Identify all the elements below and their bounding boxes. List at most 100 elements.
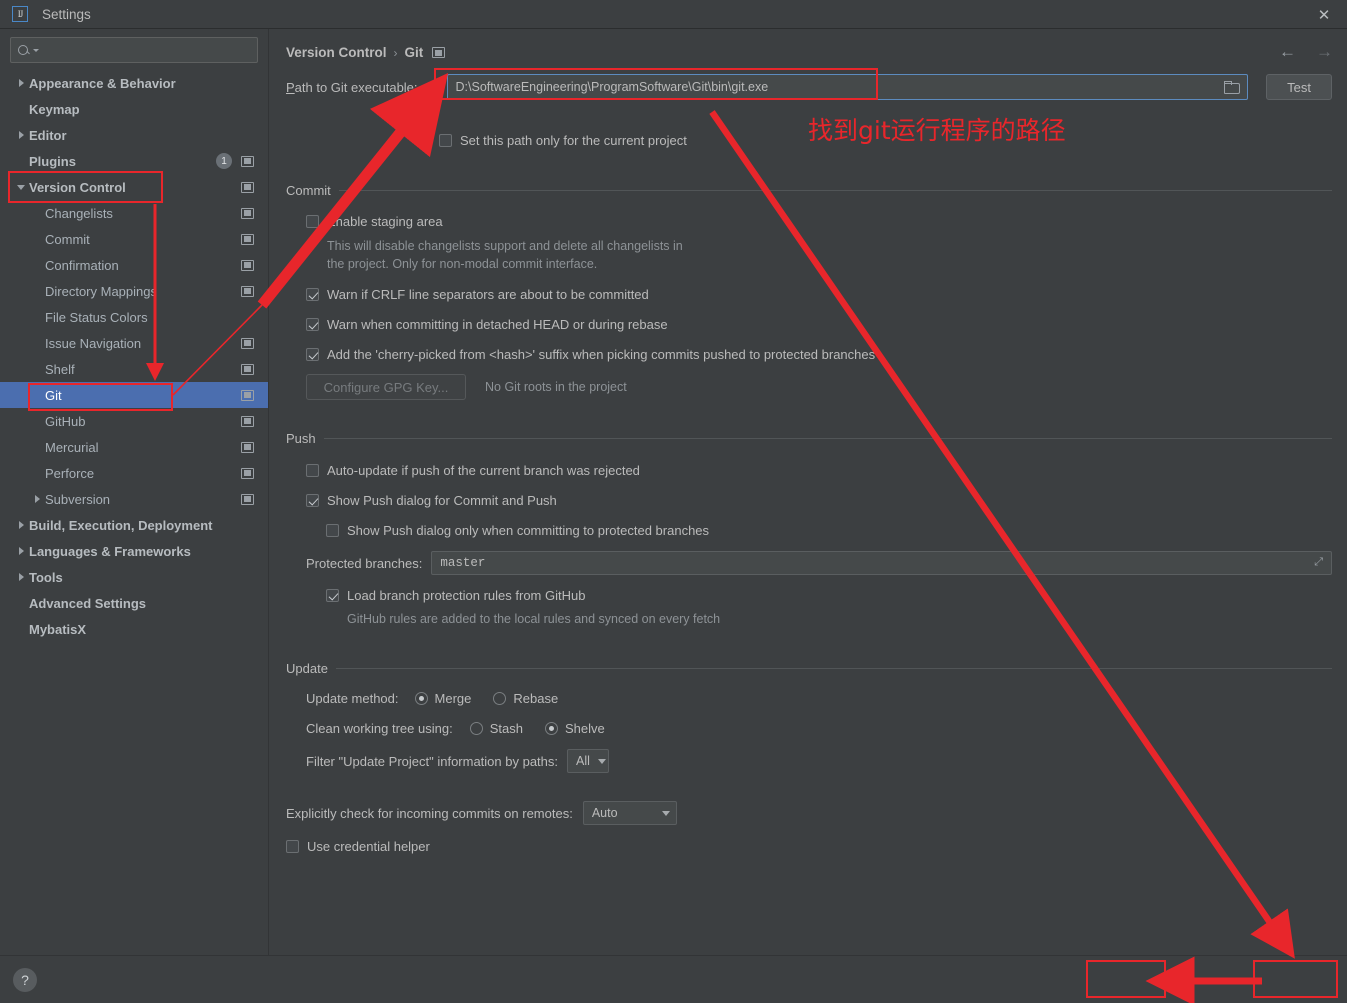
auto-update-row[interactable]: Auto-update if push of the current branc…	[306, 463, 640, 478]
project-scope-icon	[241, 467, 254, 479]
git-settings-panel: Version Control › Git ← → Path to Git ex…	[269, 29, 1347, 955]
sidebar-item-build-execution-deployment[interactable]: Build, Execution, Deployment	[0, 512, 268, 538]
load-rules-row[interactable]: Load branch protection rules from GitHub	[326, 588, 585, 603]
show-push-dialog-row[interactable]: Show Push dialog for Commit and Push	[306, 493, 557, 508]
sidebar-item-label: Directory Mappings	[45, 283, 157, 299]
title-bar: IJ Settings ✕	[0, 0, 1347, 29]
back-arrow-icon[interactable]: ←	[1279, 43, 1296, 60]
sidebar-item-git[interactable]: Git	[0, 382, 268, 408]
sidebar-item-github[interactable]: GitHub	[0, 408, 268, 434]
sidebar-item-label: GitHub	[45, 413, 86, 429]
warn-crlf-checkbox[interactable]	[306, 288, 319, 301]
update-method-rebase[interactable]: Rebase	[493, 691, 558, 706]
path-scope-checkbox-row[interactable]: Set this path only for the current proje…	[439, 133, 687, 148]
chevron-down-icon[interactable]	[13, 184, 29, 190]
radio-merge[interactable]	[414, 692, 428, 705]
help-button[interactable]: ?	[13, 968, 37, 992]
radio-shelve[interactable]	[544, 722, 558, 735]
sidebar-item-languages-frameworks[interactable]: Languages & Frameworks	[0, 538, 268, 564]
sidebar-item-mercurial[interactable]: Mercurial	[0, 434, 268, 460]
warn-crlf-row[interactable]: Warn if CRLF line separators are about t…	[306, 287, 649, 302]
settings-tree: Appearance & Behavior Keymap Editor Plugins…	[0, 70, 268, 642]
search-input[interactable]	[39, 43, 251, 57]
close-icon[interactable]: ✕	[1301, 0, 1347, 29]
clean-tree-stash[interactable]: Stash	[469, 721, 523, 736]
staging-hint-line2: the project. Only for non-modal commit i…	[327, 257, 598, 271]
sidebar-item-commit[interactable]: Commit	[0, 226, 268, 252]
show-push-protected-checkbox[interactable]	[326, 524, 339, 537]
path-scope-checkbox[interactable]	[439, 134, 452, 147]
warn-crlf-label: Warn if CRLF line separators are about t…	[327, 287, 649, 302]
search-box[interactable]	[10, 37, 258, 63]
dialog-footer: ? OK Cancel Apply	[0, 955, 1347, 1003]
warn-detached-checkbox[interactable]	[306, 318, 319, 331]
sidebar-item-subversion[interactable]: Subversion	[0, 486, 268, 512]
section-divider	[323, 438, 1332, 439]
git-executable-input[interactable]: D:\SoftwareEngineering\ProgramSoftware\G…	[446, 74, 1249, 100]
sidebar-item-appearance-behavior[interactable]: Appearance & Behavior	[0, 70, 268, 96]
load-rules-checkbox[interactable]	[326, 589, 339, 602]
sidebar-item-directory-mappings[interactable]: Directory Mappings	[0, 278, 268, 304]
cherry-picked-row[interactable]: Add the 'cherry-picked from <hash>' suff…	[306, 347, 875, 362]
warn-detached-row[interactable]: Warn when committing in detached HEAD or…	[306, 317, 668, 332]
incoming-commits-combo[interactable]: Auto	[582, 801, 677, 825]
project-scope-icon	[241, 493, 254, 505]
sidebar-item-label: Languages & Frameworks	[29, 543, 191, 559]
sidebar-item-editor[interactable]: Editor	[0, 122, 268, 148]
clean-tree-shelve[interactable]: Shelve	[544, 721, 605, 736]
credential-helper-checkbox[interactable]	[286, 840, 299, 853]
sidebar-item-keymap[interactable]: Keymap	[0, 96, 268, 122]
radio-stash[interactable]	[469, 722, 483, 735]
sidebar-item-plugins[interactable]: Plugins 1	[0, 148, 268, 174]
sidebar-item-confirmation[interactable]: Confirmation	[0, 252, 268, 278]
sidebar-item-advanced-settings[interactable]: Advanced Settings	[0, 590, 268, 616]
filter-paths-combo[interactable]: All	[567, 749, 610, 773]
show-push-protected-label: Show Push dialog only when committing to…	[347, 523, 710, 538]
cherry-picked-checkbox[interactable]	[306, 348, 319, 361]
staging-hint-line1: This will disable changelists support an…	[327, 239, 683, 253]
chevron-right-icon[interactable]	[13, 521, 29, 529]
credential-helper-row[interactable]: Use credential helper	[286, 839, 430, 854]
chevron-right-icon[interactable]	[13, 547, 29, 555]
chevron-right-icon[interactable]	[29, 495, 45, 503]
chevron-right-icon[interactable]	[13, 131, 29, 139]
show-push-dialog-checkbox[interactable]	[306, 494, 319, 507]
sidebar-item-shelf[interactable]: Shelf	[0, 356, 268, 382]
sidebar-item-changelists[interactable]: Changelists	[0, 200, 268, 226]
sidebar-item-perforce[interactable]: Perforce	[0, 460, 268, 486]
chevron-down-icon	[661, 810, 670, 816]
protected-branches-label: Protected branches:	[306, 555, 423, 571]
enable-staging-row[interactable]: Enable staging area	[306, 214, 443, 229]
sidebar-item-file-status-colors[interactable]: File Status Colors	[0, 304, 268, 330]
warn-detached-label: Warn when committing in detached HEAD or…	[327, 317, 668, 332]
sidebar-item-label: Git	[45, 387, 62, 403]
sidebar-item-issue-navigation[interactable]: Issue Navigation	[0, 330, 268, 356]
credential-helper-label: Use credential helper	[307, 839, 430, 854]
load-rules-hint: GitHub rules are added to the local rule…	[347, 612, 721, 626]
folder-icon[interactable]	[1224, 81, 1241, 94]
radio-rebase[interactable]	[493, 692, 507, 705]
sidebar-item-label: Commit	[45, 231, 90, 247]
sidebar-item-label: Build, Execution, Deployment	[29, 517, 213, 533]
test-button[interactable]: Test	[1266, 74, 1332, 100]
enable-staging-checkbox[interactable]	[306, 215, 319, 228]
git-executable-label: Path to Git executable:	[286, 79, 418, 95]
expand-icon[interactable]: ⤢	[1314, 557, 1323, 569]
project-scope-icon	[241, 207, 254, 219]
clean-tree-shelve-label: Shelve	[564, 721, 605, 736]
protected-branches-value: master	[440, 556, 486, 570]
sidebar-item-version-control[interactable]: Version Control	[0, 174, 268, 200]
sidebar-item-tools[interactable]: Tools	[0, 564, 268, 590]
auto-update-checkbox[interactable]	[306, 464, 319, 477]
annotation-note-text: 找到git运行程序的路径	[808, 116, 1066, 145]
forward-arrow-icon[interactable]: →	[1316, 43, 1333, 60]
breadcrumb-parent[interactable]: Version Control	[286, 45, 387, 60]
intellij-logo-icon: IJ	[12, 6, 28, 22]
chevron-right-icon[interactable]	[13, 573, 29, 581]
chevron-right-icon[interactable]	[13, 79, 29, 87]
sidebar-item-mybatisx[interactable]: MybatisX	[0, 616, 268, 642]
update-method-merge[interactable]: Merge	[414, 691, 471, 706]
show-push-protected-row[interactable]: Show Push dialog only when committing to…	[326, 523, 709, 538]
configure-gpg-key-button[interactable]: Configure GPG Key...	[306, 374, 466, 400]
protected-branches-input[interactable]: master ⤢	[431, 551, 1332, 575]
